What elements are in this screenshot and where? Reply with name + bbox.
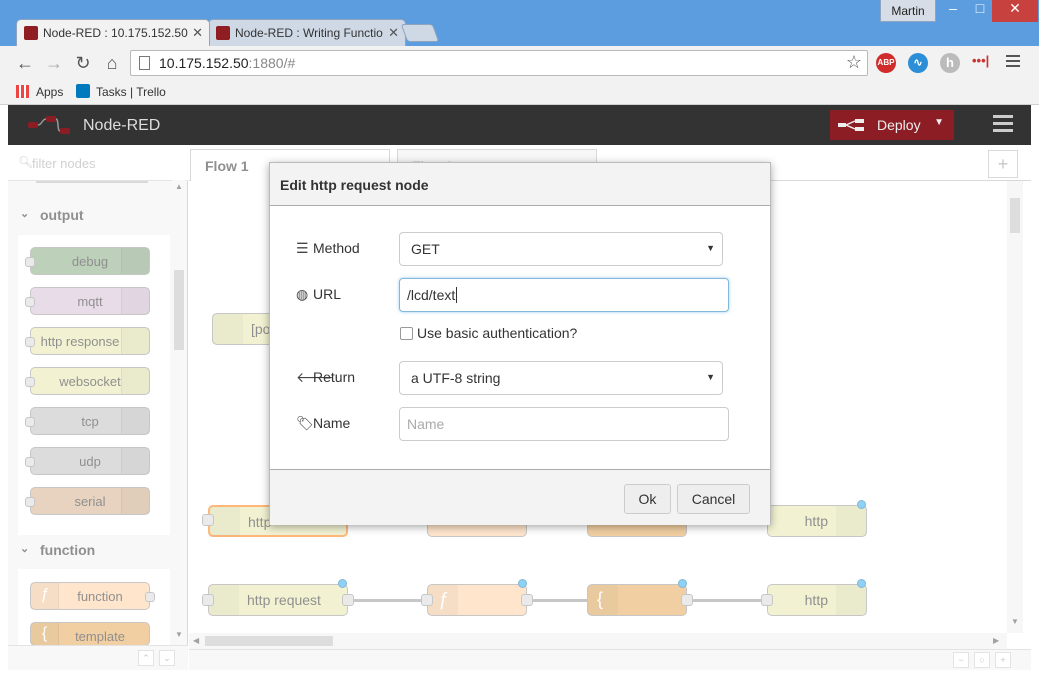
main-menu-icon[interactable]: [993, 115, 1013, 135]
url-input[interactable]: /lcd/text: [399, 278, 729, 312]
deploy-dropdown-icon[interactable]: ▼: [934, 117, 944, 128]
method-select[interactable]: GET ▼: [399, 232, 723, 266]
minimize-window-icon[interactable]: –: [938, 0, 968, 22]
close-tab-icon[interactable]: ✕: [388, 25, 399, 41]
list-icon: ☰: [296, 240, 309, 256]
address-bar[interactable]: 10.175.152.50:1880/# ☆: [130, 50, 868, 76]
hypothesis-extension-icon[interactable]: h: [940, 53, 960, 73]
browser-tab-title: Node-RED : Writing Functio: [235, 26, 383, 40]
node-red-header: Node-RED Deploy ▼: [8, 105, 1031, 145]
name-label: 🏷︎Name: [296, 415, 351, 431]
dialog-footer: Ok Cancel: [270, 469, 770, 525]
browser-tab-title: Node-RED : 10.175.152.50: [43, 26, 188, 40]
return-select[interactable]: a UTF-8 string ▼: [399, 361, 723, 395]
forward-arrow-icon[interactable]: →: [43, 52, 65, 74]
maximize-window-icon[interactable]: □: [965, 0, 995, 22]
app-title: Node-RED: [83, 117, 161, 134]
method-label: ☰ Method: [296, 240, 360, 256]
cancel-button[interactable]: Cancel: [677, 484, 750, 514]
back-arrow-icon[interactable]: ←: [14, 52, 36, 74]
basic-auth-label: Use basic authentication?: [417, 325, 578, 341]
dropdown-arrow-icon: ▼: [706, 243, 715, 253]
browser-tab-inactive[interactable]: Node-RED : Writing Functio ✕: [208, 19, 406, 46]
dropdown-arrow-icon: ▼: [706, 372, 715, 382]
url-value: /lcd/text: [407, 287, 456, 303]
bookmark-star-icon[interactable]: ☆: [846, 52, 862, 73]
deploy-flow-icon: [838, 119, 864, 131]
adblock-plus-icon[interactable]: ABP: [876, 53, 896, 73]
bookmark-apps[interactable]: Apps: [36, 85, 63, 99]
return-value: a UTF-8 string: [411, 370, 501, 386]
trello-icon: [76, 84, 90, 98]
node-red-favicon-icon: [24, 26, 38, 40]
edit-node-dialog: Edit http request node ☰ Method GET ▼ ◍ UR…: [269, 162, 771, 525]
bookmark-trello[interactable]: Tasks | Trello: [96, 85, 166, 99]
return-label: 🡐Return: [296, 369, 356, 385]
name-placeholder: Name: [407, 416, 445, 432]
reload-icon[interactable]: ↻: [72, 52, 94, 74]
node-red-logo-icon: [28, 116, 70, 134]
method-value: GET: [411, 241, 440, 257]
ok-button[interactable]: Ok: [624, 484, 671, 514]
deploy-label: Deploy: [877, 117, 921, 133]
close-tab-icon[interactable]: ✕: [192, 25, 203, 41]
apps-grid-icon: [16, 85, 29, 98]
url-label: ◍ URL: [296, 286, 342, 302]
lastpass-extension-icon[interactable]: •••|: [972, 53, 989, 68]
deploy-button[interactable]: Deploy ▼: [830, 110, 954, 140]
bookmarks-bar: Apps Tasks | Trello: [0, 80, 1039, 105]
dialog-title: Edit http request node: [270, 163, 770, 206]
close-window-icon[interactable]: ✕: [992, 0, 1038, 22]
browser-tab-active[interactable]: Node-RED : 10.175.152.50 ✕: [16, 19, 210, 46]
basic-auth-checkbox[interactable]: [400, 327, 413, 340]
new-tab-button[interactable]: [400, 24, 440, 42]
page-icon: [139, 56, 150, 70]
node-red-favicon-icon: [216, 26, 230, 40]
tag-icon: 🏷︎: [296, 415, 314, 431]
chrome-menu-icon[interactable]: [1006, 55, 1020, 67]
arrow-left-icon: 🡐: [296, 369, 334, 385]
globe-icon: ◍: [296, 286, 309, 302]
profile-user-button[interactable]: Martin: [880, 0, 936, 22]
name-input[interactable]: Name: [399, 407, 729, 441]
home-icon[interactable]: ⌂: [101, 52, 123, 74]
pulse-extension-icon[interactable]: ∿: [908, 53, 928, 73]
address-url: 10.175.152.50:1880/#: [159, 55, 296, 71]
